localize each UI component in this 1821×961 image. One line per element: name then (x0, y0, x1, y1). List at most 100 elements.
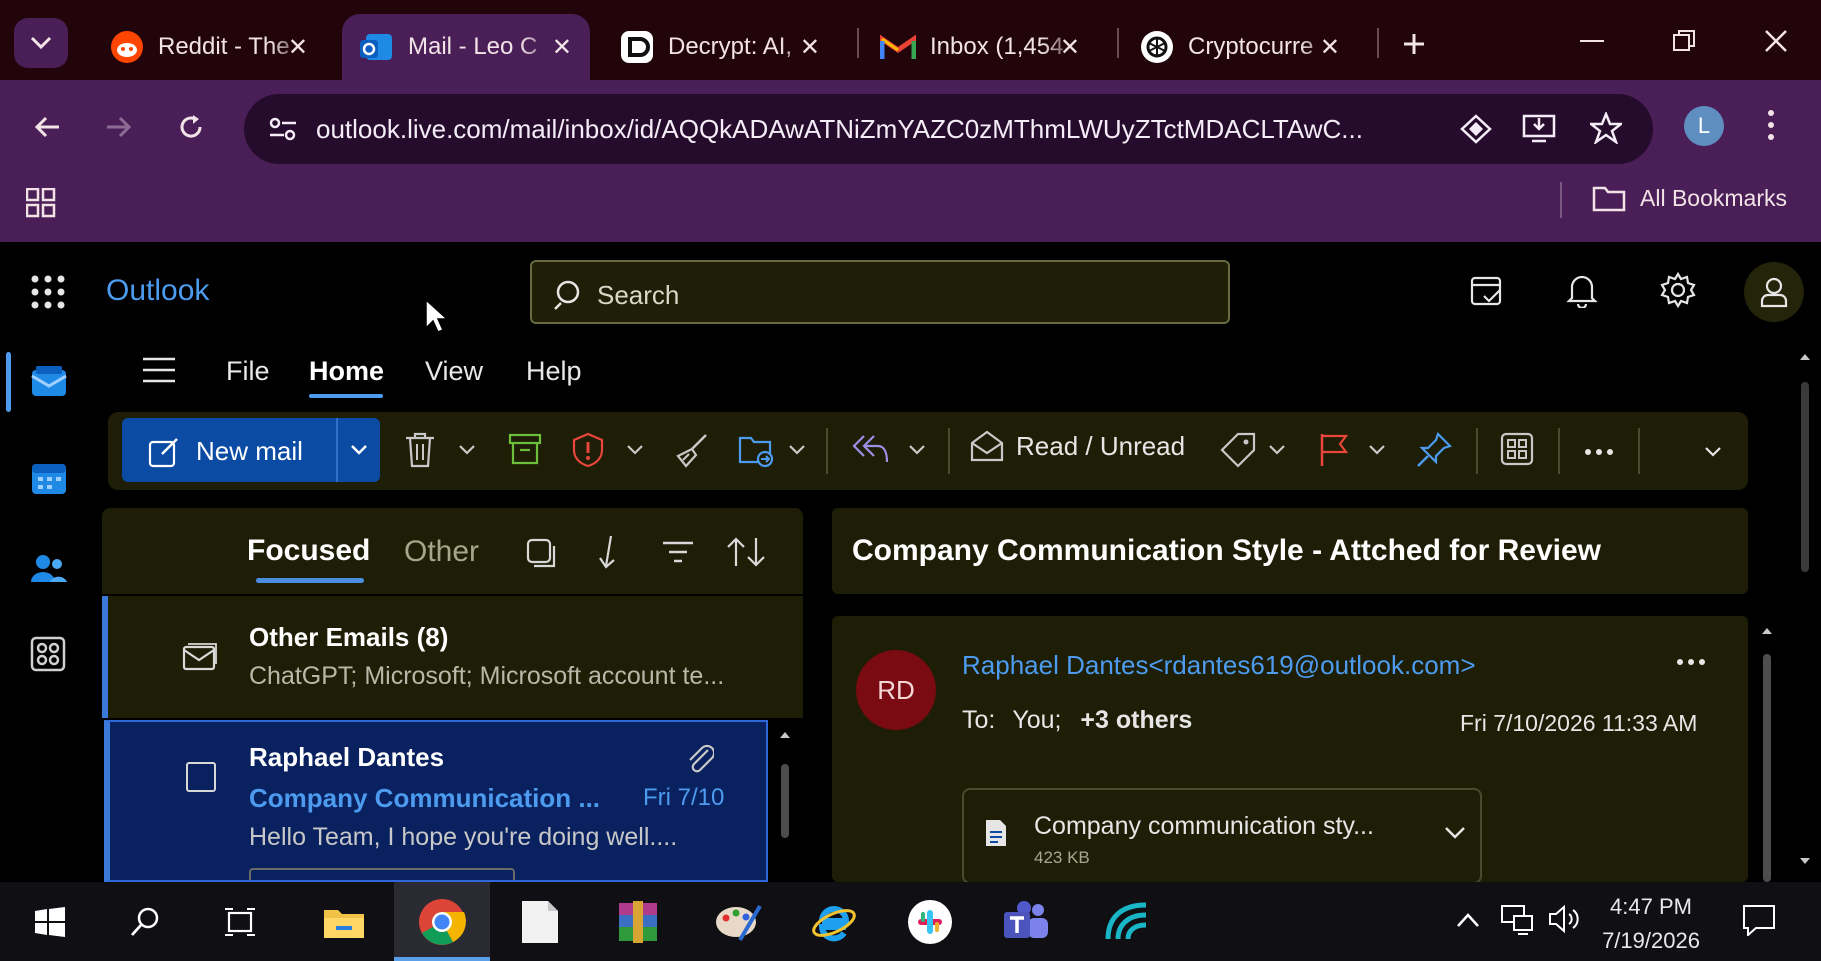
new-tab-button[interactable] (1392, 22, 1436, 66)
scroll-up-arrow-icon[interactable] (1798, 352, 1812, 362)
address-bar[interactable]: outlook.live.com/mail/inbox/id/AQQkADAwA… (244, 94, 1653, 164)
sort-icon[interactable] (726, 536, 766, 568)
tab-view[interactable]: View (425, 356, 483, 387)
tab-other[interactable]: Other (404, 535, 479, 569)
chevron-down-icon[interactable] (1444, 826, 1466, 840)
recipient-you[interactable]: You; (1012, 706, 1061, 734)
close-window-button[interactable] (1746, 18, 1806, 64)
taskbar-internet-explorer[interactable] (808, 896, 860, 948)
archive-icon[interactable] (508, 432, 542, 466)
more-horizontal-icon[interactable] (1676, 658, 1706, 666)
notifications-button[interactable] (1566, 272, 1598, 308)
item-checkbox[interactable] (186, 762, 216, 792)
taskbar-notepad[interactable] (514, 896, 566, 948)
chevron-down-icon[interactable] (458, 444, 476, 456)
attachment-card[interactable]: Company communication sty... 423 KB (962, 788, 1482, 882)
page-scrollbar[interactable] (1801, 382, 1809, 572)
chevron-down-icon[interactable] (350, 444, 368, 456)
mail-list-scrollbar[interactable] (781, 764, 789, 838)
taskbar-slack[interactable] (904, 896, 956, 948)
taskbar-paint[interactable] (712, 896, 764, 948)
taskbar-chrome[interactable] (416, 896, 468, 948)
back-button[interactable] (22, 102, 72, 152)
tab-home[interactable]: Home (309, 356, 384, 387)
install-app-icon[interactable] (1522, 112, 1556, 144)
minimize-button[interactable] (1562, 18, 1622, 64)
reading-pane-scrollbar[interactable] (1763, 654, 1771, 882)
restore-button[interactable] (1654, 18, 1714, 64)
chevron-down-icon[interactable] (1268, 444, 1286, 456)
rail-mail-button[interactable] (30, 364, 68, 398)
reply-all-icon[interactable] (850, 432, 890, 466)
browser-menu-button[interactable] (1766, 108, 1776, 142)
chevron-down-icon[interactable] (788, 444, 806, 456)
new-mail-button[interactable]: New mail (122, 418, 380, 482)
move-to-folder-icon[interactable] (738, 432, 776, 468)
scroll-down-arrow-icon[interactable] (1798, 856, 1812, 866)
rail-calendar-button[interactable] (30, 460, 68, 496)
sender-address[interactable]: Raphael Dantes<rdantes619@outlook.com> (962, 650, 1476, 681)
recipient-others[interactable]: +3 others (1080, 706, 1192, 734)
forward-button[interactable] (94, 102, 144, 152)
hamburger-button[interactable] (142, 356, 176, 384)
account-avatar-button[interactable] (1744, 262, 1804, 322)
mail-list-item-selected[interactable]: Raphael Dantes Company Communication ...… (104, 720, 768, 882)
attachment-chip[interactable] (249, 868, 515, 880)
my-day-button[interactable] (1470, 274, 1504, 308)
taskbar-wave-app[interactable] (1100, 896, 1152, 948)
tab-decrypt[interactable]: Decrypt: AI, ✕ (604, 14, 838, 80)
apps-button[interactable] (26, 188, 56, 218)
app-launcher-button[interactable] (30, 274, 66, 310)
close-tab-icon[interactable]: ✕ (288, 33, 308, 62)
tab-focused[interactable]: Focused (247, 534, 370, 568)
taskbar-file-explorer[interactable] (318, 896, 370, 948)
settings-button[interactable] (1660, 272, 1696, 308)
outlook-brand[interactable]: Outlook (106, 274, 209, 308)
reload-button[interactable] (166, 102, 216, 152)
delete-icon[interactable] (404, 432, 436, 468)
scroll-up-arrow-icon[interactable] (778, 730, 792, 740)
sweep-icon[interactable] (674, 432, 710, 468)
report-junk-icon[interactable] (572, 432, 604, 468)
close-tab-icon[interactable]: ✕ (552, 33, 572, 62)
layout-grid-icon[interactable] (1500, 432, 1534, 466)
read-unread-button[interactable]: Read / Unread (970, 430, 1185, 462)
scroll-up-arrow-icon[interactable] (1760, 626, 1774, 636)
chevron-down-icon[interactable] (908, 444, 926, 456)
extension-icon[interactable] (1460, 114, 1492, 144)
sender-avatar[interactable]: RD (856, 650, 936, 730)
network-icon[interactable] (1500, 904, 1534, 936)
taskbar-winrar[interactable] (612, 896, 664, 948)
system-clock[interactable]: 4:47 PM 7/19/2026 (1596, 890, 1706, 958)
close-tab-icon[interactable]: ✕ (1060, 33, 1080, 62)
tab-search-button[interactable] (14, 18, 68, 68)
jump-to-icon[interactable] (598, 534, 620, 570)
chevron-down-icon[interactable] (626, 444, 644, 456)
expand-ribbon-icon[interactable] (1704, 446, 1722, 458)
profile-avatar[interactable]: L (1684, 106, 1724, 146)
taskbar-teams[interactable] (1000, 896, 1052, 948)
close-tab-icon[interactable]: ✕ (800, 33, 820, 62)
close-tab-icon[interactable]: ✕ (1320, 33, 1340, 62)
tab-file[interactable]: File (226, 356, 270, 387)
taskbar-search-button[interactable] (120, 896, 172, 948)
tab-help[interactable]: Help (526, 356, 582, 387)
task-view-button[interactable] (214, 896, 266, 948)
tab-chatgpt[interactable]: Cryptocurre ✕ (1124, 14, 1358, 80)
chevron-down-icon[interactable] (1368, 444, 1386, 456)
bookmark-star-icon[interactable] (1590, 112, 1622, 144)
search-box[interactable]: Search (530, 260, 1230, 324)
filter-icon[interactable] (662, 540, 694, 564)
tab-outlook-mail[interactable]: Mail - Leo C ✕ (342, 14, 590, 80)
volume-icon[interactable] (1548, 904, 1582, 934)
select-mode-icon[interactable] (526, 538, 556, 568)
start-button[interactable] (24, 896, 76, 948)
rail-people-button[interactable] (30, 552, 68, 586)
notification-center-icon[interactable] (1742, 904, 1776, 936)
all-bookmarks-button[interactable]: All Bookmarks (1592, 184, 1787, 212)
more-horizontal-icon[interactable] (1584, 448, 1614, 456)
flag-icon[interactable] (1318, 432, 1350, 468)
pin-icon[interactable] (1416, 432, 1452, 468)
rail-apps-button[interactable] (30, 636, 66, 672)
show-hidden-icons-icon[interactable] (1456, 912, 1480, 928)
